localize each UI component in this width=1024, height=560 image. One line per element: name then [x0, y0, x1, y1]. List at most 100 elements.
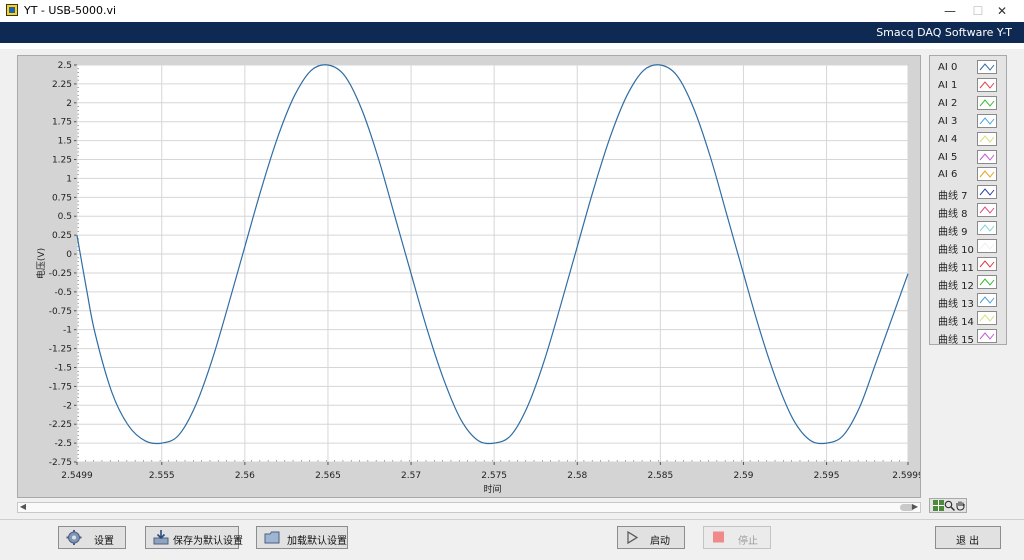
scroll-left-arrow[interactable]: ◀	[18, 502, 28, 511]
pan-hand-icon[interactable]	[955, 500, 966, 511]
waveform-graph[interactable]: 2.5 2.25 2 1.75 1.5 1.25 1 0.75 0.5 0.25 0 -0.25 -0.…	[17, 55, 921, 498]
y-tick-label: -1	[63, 326, 72, 336]
x-tick-label: 2.575	[481, 471, 507, 481]
stop-square-icon	[713, 531, 724, 543]
legend-item-name: AI 6	[938, 169, 958, 181]
legend-item-name: AI 4	[938, 133, 958, 145]
plot-area	[76, 64, 909, 463]
scroll-right-arrow[interactable]: ▶	[910, 502, 920, 511]
stop-button-label: 停止	[738, 536, 758, 547]
legend-swatch[interactable]	[977, 292, 997, 307]
x-tick-label: 2.58	[567, 471, 587, 481]
settings-button[interactable]: 设置	[58, 526, 126, 549]
legend-item-name: 曲线 12	[938, 280, 974, 292]
legend-item-name: 曲线 13	[938, 298, 974, 310]
graph-palette[interactable]	[929, 498, 967, 513]
banner-spacer	[0, 43, 1024, 49]
y-tick-label: 1.25	[52, 156, 72, 166]
x-tick-label: 2.57	[401, 471, 421, 481]
legend-item[interactable]: 曲线 9	[930, 220, 1008, 239]
start-button[interactable]: 启动	[617, 526, 685, 549]
legend-item[interactable]: 曲线 7	[930, 184, 1008, 203]
crosshair-icon[interactable]	[933, 500, 944, 511]
legend-item-name: AI 5	[938, 151, 958, 163]
app-banner: Smacq DAQ Software Y-T	[0, 22, 1024, 43]
y-tick-label: -2	[63, 401, 72, 411]
legend-swatch[interactable]	[977, 203, 997, 218]
exit-button[interactable]: 退 出	[935, 526, 1001, 549]
legend-swatch[interactable]	[977, 328, 997, 343]
x-tick-label: 2.555	[149, 471, 175, 481]
y-tick-label: 0.75	[52, 193, 72, 203]
x-tick-label: 2.5999	[892, 471, 920, 481]
start-button-label: 启动	[650, 536, 670, 547]
legend-item-name: AI 0	[938, 62, 958, 73]
legend-swatch[interactable]	[977, 131, 997, 146]
y-tick-label: 0	[66, 250, 72, 260]
load-folder-icon	[264, 531, 280, 544]
legend-item[interactable]: 曲线 14	[930, 310, 1008, 328]
legend-item[interactable]: AI 6	[930, 166, 1008, 183]
waveform-plot-svg[interactable]: 2.5 2.25 2 1.75 1.5 1.25 1 0.75 0.5 0.25 0 -0.25 -0.…	[18, 56, 920, 497]
legend-swatch[interactable]	[977, 60, 997, 74]
load-default-button[interactable]: 加载默认设置	[256, 526, 348, 549]
y-tick-label: -1.25	[49, 345, 72, 355]
y-tick-label: -0.75	[49, 307, 72, 317]
legend-item-name: AI 2	[938, 97, 958, 109]
x-tick-label: 2.565	[315, 471, 341, 481]
y-axis-label: 电压(V)	[35, 248, 47, 279]
plot-legend[interactable]: AI 0 AI 1 AI 2 AI 3 AI 4 AI 5 AI 6 曲线 7 曲线 8 曲线 9…	[929, 55, 1008, 346]
y-tick-label: -1.5	[54, 363, 72, 373]
legend-item[interactable]: 曲线 15	[930, 328, 1008, 346]
x-tick-label: 2.5499	[61, 471, 93, 481]
legend-swatch[interactable]	[977, 113, 997, 128]
y-tick-label: -0.25	[49, 269, 72, 279]
legend-item[interactable]: AI 0	[930, 59, 1008, 76]
y-tick-label: -0.5	[54, 288, 72, 298]
close-button[interactable]: ✕	[980, 0, 1024, 22]
x-axis-label: 时间	[483, 483, 501, 495]
legend-item[interactable]: 曲线 8	[930, 202, 1008, 220]
graph-horizontal-scrollbar[interactable]: ◀ ▶	[17, 502, 921, 513]
save-default-button[interactable]: 保存为默认设置	[145, 526, 243, 549]
legend-item-name: 曲线 11	[938, 262, 974, 274]
legend-swatch[interactable]	[977, 95, 997, 110]
load-default-button-label: 加载默认设置	[287, 536, 347, 547]
legend-item-name: AI 1	[938, 79, 958, 91]
legend-item-name: 曲线 7	[938, 191, 968, 203]
x-tick-label: 2.56	[235, 471, 255, 481]
save-tray-icon	[153, 530, 169, 545]
legend-item-name: 曲线 14	[938, 316, 974, 328]
zoom-icon[interactable]	[944, 500, 955, 511]
legend-item[interactable]: AI 3	[930, 113, 1008, 130]
legend-item[interactable]: 曲线 12	[930, 274, 1008, 292]
legend-swatch[interactable]	[977, 239, 997, 253]
legend-swatch[interactable]	[977, 77, 997, 92]
legend-item[interactable]: AI 1	[930, 77, 1008, 94]
legend-swatch[interactable]	[977, 221, 997, 236]
legend-swatch[interactable]	[977, 149, 997, 164]
gear-icon	[66, 530, 82, 545]
settings-button-label: 设置	[94, 536, 114, 547]
legend-item-name: AI 3	[938, 115, 958, 127]
legend-item-name: 曲线 9	[938, 227, 968, 239]
legend-item[interactable]: AI 2	[930, 95, 1008, 112]
play-icon	[627, 530, 639, 545]
y-tick-label: 0.5	[58, 212, 72, 222]
stop-button[interactable]: 停止	[703, 526, 771, 549]
legend-item[interactable]: 曲线 10	[930, 238, 1008, 256]
legend-swatch[interactable]	[977, 310, 997, 325]
legend-item[interactable]: AI 5	[930, 149, 1008, 166]
y-tick-label: -2.25	[49, 420, 72, 430]
legend-swatch[interactable]	[977, 185, 997, 200]
legend-item[interactable]: 曲线 11	[930, 256, 1008, 274]
legend-item[interactable]: 曲线 13	[930, 292, 1008, 310]
y-tick-label: 2.25	[52, 80, 72, 90]
legend-item-name: 曲线 10	[938, 245, 974, 256]
legend-swatch[interactable]	[977, 167, 997, 182]
legend-swatch[interactable]	[977, 274, 997, 289]
save-default-button-label: 保存为默认设置	[173, 536, 243, 547]
legend-item[interactable]: AI 4	[930, 131, 1008, 148]
legend-swatch[interactable]	[977, 256, 997, 271]
window-title: YT - USB-5000.vi	[24, 4, 117, 17]
